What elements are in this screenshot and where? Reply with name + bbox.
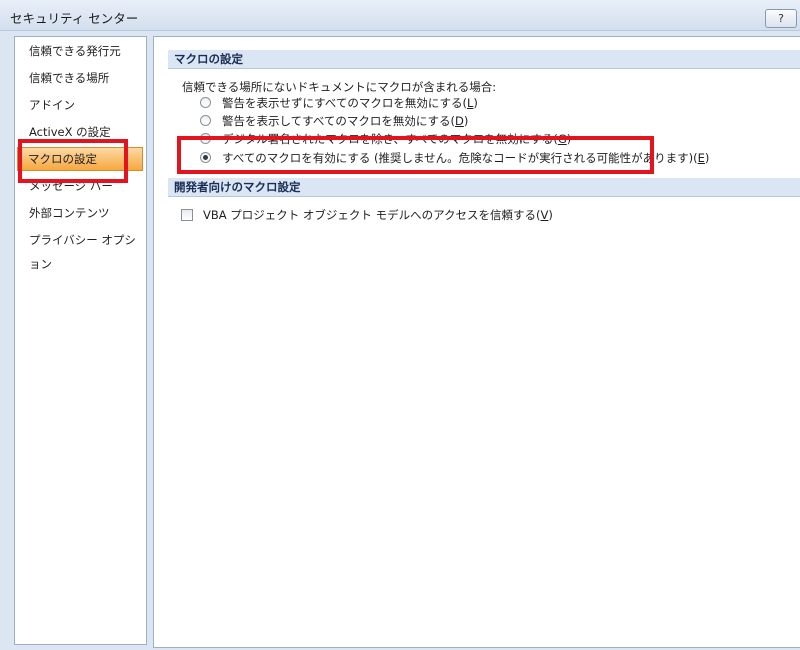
highlight-box-sidebar <box>18 139 128 183</box>
sidebar-item-trusted-locations[interactable]: 信頼できる場所 <box>15 66 143 90</box>
sidebar: 信頼できる発行元 信頼できる場所 アドイン ActiveX の設定 マクロの設定… <box>14 36 147 645</box>
radio-button[interactable] <box>200 115 211 126</box>
window-title: セキュリティ センター <box>10 11 139 26</box>
radio-label: 警告を表示せずにすべてのマクロを無効にする(L) <box>222 96 478 110</box>
macro-settings-header: マクロの設定 <box>168 50 800 69</box>
developer-settings-header: 開発者向けのマクロ設定 <box>168 178 800 197</box>
title-bar: セキュリティ センター ? <box>0 0 800 31</box>
sidebar-item-trusted-publishers[interactable]: 信頼できる発行元 <box>15 39 143 63</box>
sidebar-item-privacy-options[interactable]: プライバシー オプション <box>15 228 143 271</box>
macro-settings-intro: 信頼できる場所にないドキュメントにマクロが含まれる場合: <box>182 80 497 94</box>
main-panel: マクロの設定 信頼できる場所にないドキュメントにマクロが含まれる場合: 警告を表… <box>153 36 800 648</box>
sidebar-item-external-content[interactable]: 外部コンテンツ <box>15 201 143 225</box>
radio-label: 警告を表示してすべてのマクロを無効にする(D) <box>222 114 469 128</box>
sidebar-item-add-ins[interactable]: アドイン <box>15 93 143 117</box>
vba-trust-checkbox[interactable] <box>181 209 193 221</box>
highlight-box-enable-all <box>177 136 654 174</box>
vba-trust-label: VBA プロジェクト オブジェクト モデルへのアクセスを信頼する(V) <box>203 208 553 222</box>
radio-button[interactable] <box>200 97 211 108</box>
help-button[interactable]: ? <box>765 9 797 28</box>
